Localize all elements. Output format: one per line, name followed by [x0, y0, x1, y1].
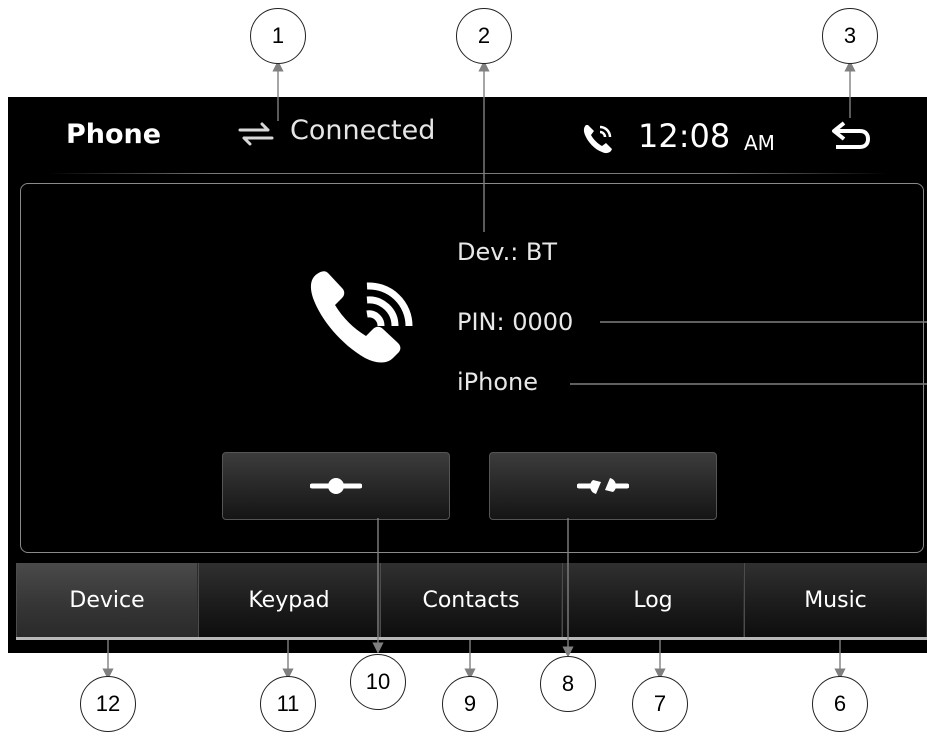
callout-7: 7	[632, 676, 688, 732]
callout-leader-lines	[102, 60, 927, 680]
callout-8: 8	[540, 656, 596, 712]
callout-12: 12	[80, 676, 136, 732]
callout-6: 6	[812, 676, 868, 732]
callout-9: 9	[442, 676, 498, 732]
callout-10: 10	[350, 654, 406, 710]
callout-2: 2	[456, 8, 512, 64]
callout-3: 3	[822, 8, 878, 64]
callout-1: 1	[250, 8, 306, 64]
callout-11: 11	[260, 676, 316, 732]
